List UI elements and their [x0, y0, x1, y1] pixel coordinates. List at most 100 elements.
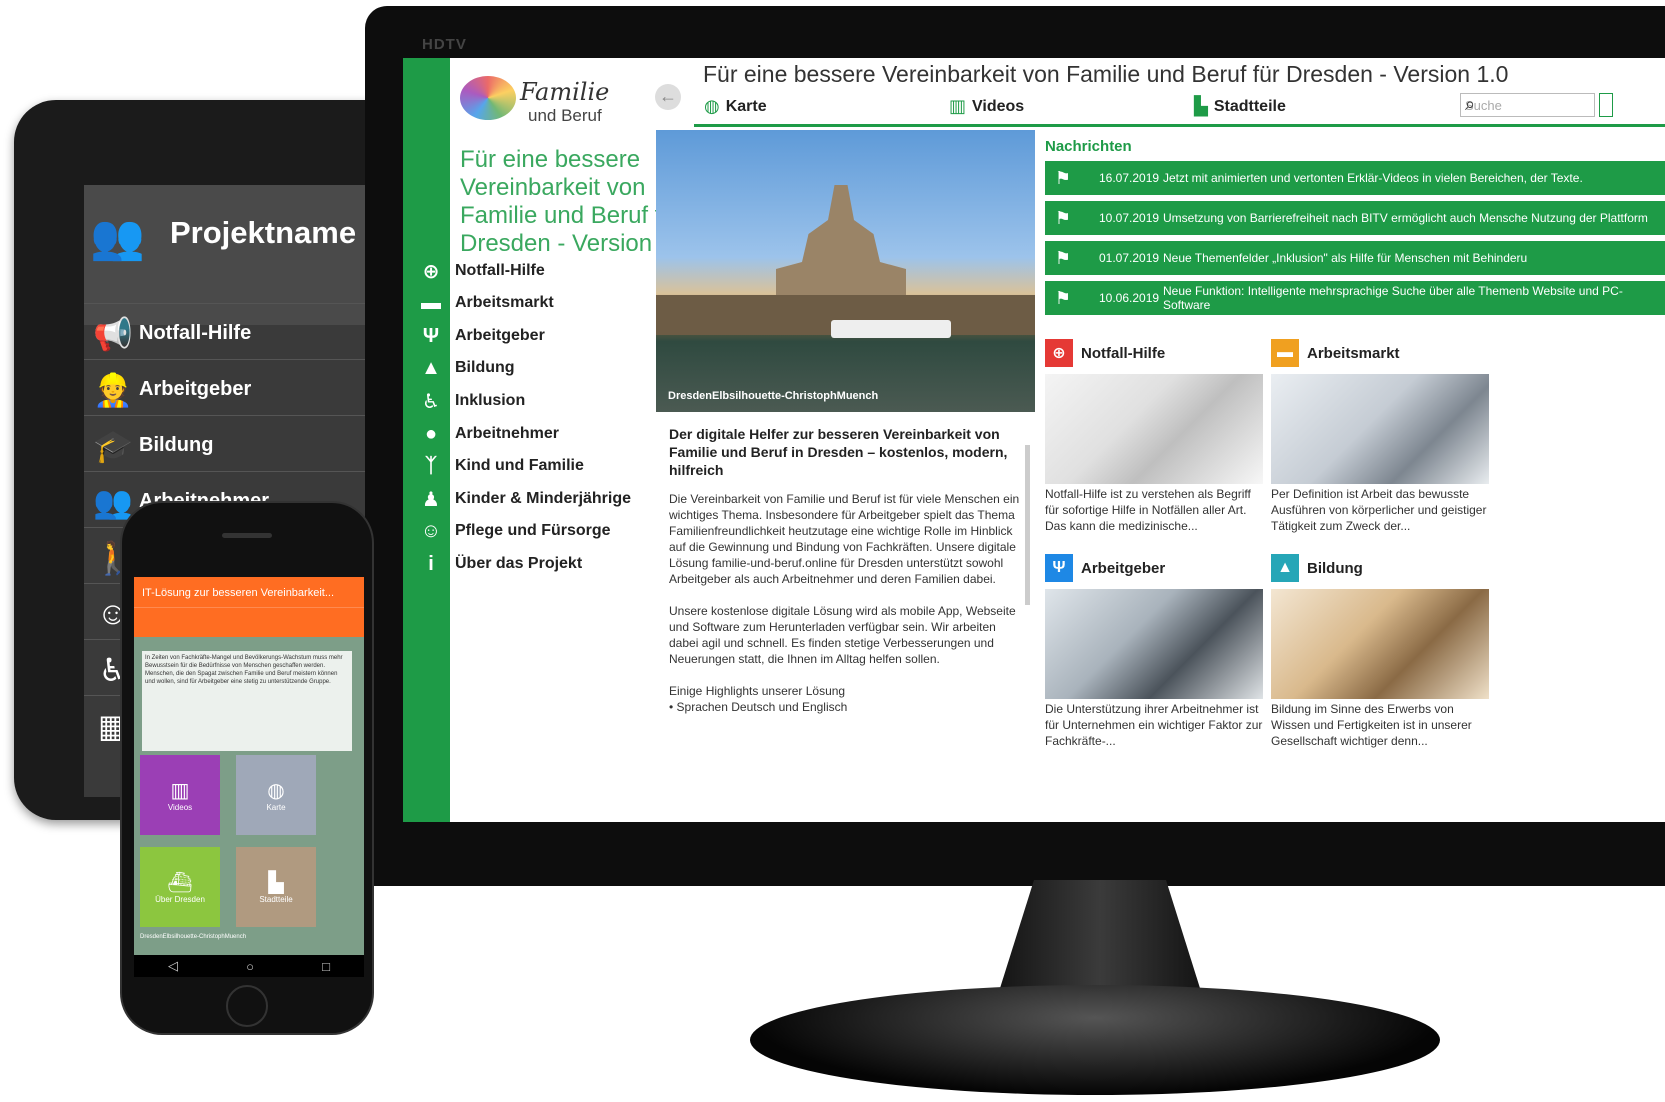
sidebar-item-kind-familie[interactable]: ᛉ Kind und Familie: [425, 451, 584, 481]
news-text: Neue Funktion: Intelligente mehrsprachig…: [1163, 284, 1623, 312]
news-item[interactable]: ⚑ 16.07.2019 Jetzt mit animierten und ve…: [1045, 161, 1665, 195]
sidebar-item-label: Kinder & Minderjährige: [455, 490, 632, 507]
sidebar-item-arbeitgeber[interactable]: Ψ Arbeitgeber: [423, 321, 545, 351]
tab-videos[interactable]: ▥ Videos: [949, 96, 1024, 117]
card-image[interactable]: [1271, 374, 1489, 484]
flag-icon: ⚑: [1054, 247, 1072, 268]
phone-tab-bar[interactable]: [134, 607, 364, 637]
phone-tile-videos[interactable]: ▥ Videos: [140, 755, 220, 835]
recents-icon[interactable]: □: [322, 959, 330, 974]
sidebar-item-label: Kind und Familie: [455, 457, 584, 474]
back-button[interactable]: ←: [655, 84, 681, 110]
card-title: Bildung: [1307, 559, 1363, 577]
article-scrollbar[interactable]: [1025, 445, 1030, 605]
news-item[interactable]: ⚑ 10.07.2019 Umsetzung von Barrierefreih…: [1045, 201, 1665, 235]
news-text: Jetzt mit animierten und vertonten Erklä…: [1163, 171, 1583, 185]
sidebar-item-label: Über das Projekt: [455, 555, 583, 572]
tile-label: Videos: [167, 803, 193, 812]
wheelchair-icon: ♿: [422, 390, 440, 413]
card-text: Die Unterstützung ihrer Arbeitnehmer ist…: [1045, 702, 1263, 748]
tile-label: Über Dresden: [155, 895, 205, 904]
monitor-stand-base: [750, 985, 1440, 1095]
person-icon: ●: [424, 422, 438, 445]
tab-label: Karte: [725, 97, 767, 115]
card-arbeitgeber[interactable]: Ψ Arbeitgeber: [1045, 554, 1165, 582]
sidebar-item-label: Bildung: [455, 359, 515, 376]
flag-icon: ⚑: [1054, 207, 1072, 228]
phone-home-button[interactable]: [226, 985, 268, 1027]
family-icon: ᛉ: [425, 454, 437, 477]
sidebar-item-arbeitsmarkt[interactable]: ▬ Arbeitsmarkt: [421, 288, 554, 318]
card-title: Arbeitgeber: [1081, 559, 1166, 577]
search-input[interactable]: Suche ⌕: [1460, 93, 1595, 117]
flag-icon: ⚑: [1054, 167, 1072, 188]
flag-button[interactable]: [1599, 93, 1613, 117]
news-item[interactable]: ⚑ 10.06.2019 Neue Funktion: Intelligente…: [1045, 281, 1665, 315]
phone-speaker: [222, 533, 272, 538]
tie-icon: Ψ: [1045, 554, 1073, 582]
card-image[interactable]: [1045, 374, 1263, 484]
news-date: 01.07.2019: [1099, 251, 1160, 265]
first-aid-icon: ⊕: [422, 260, 440, 283]
news-date: 16.07.2019: [1099, 171, 1160, 185]
article-heading: Der digitale Helfer zur besseren Vereinb…: [669, 426, 1008, 478]
card-text: Per Definition ist Arbeit das bewusste A…: [1271, 487, 1487, 533]
sidebar-item-inklusion[interactable]: ♿ Inklusion: [422, 386, 526, 416]
news-heading: Nachrichten: [1045, 138, 1132, 155]
sidebar-item-pflege[interactable]: ☺ Pflege und Fürsorge: [421, 516, 611, 546]
family-logo-icon: [460, 76, 516, 120]
info-icon: i: [428, 552, 434, 575]
home-icon[interactable]: ○: [246, 959, 254, 974]
card-text: Bildung im Sinne des Erwerbs von Wissen …: [1271, 702, 1472, 748]
hero-caption: DresdenElbsilhouette-ChristophMuench: [668, 390, 879, 402]
news-item[interactable]: ⚑ 01.07.2019 Neue Themenfelder „Inklusio…: [1045, 241, 1665, 275]
card-text: Notfall-Hilfe ist zu verstehen als Begri…: [1045, 487, 1251, 533]
sidebar-item-notfall-hilfe[interactable]: ⊕ Notfall-Hilfe: [423, 256, 545, 286]
hero-image: DresdenElbsilhouette-ChristophMuench: [656, 130, 1035, 412]
boat-icon: ⛴: [167, 872, 193, 894]
page-title: Für eine bessere Vereinbarkeit von Famil…: [703, 61, 1509, 87]
graduation-cap-icon: 🎓: [93, 427, 133, 464]
card-notfall-hilfe[interactable]: ⊕ Notfall-Hilfe: [1045, 339, 1165, 367]
sidebar-item-label: Inklusion: [455, 392, 526, 409]
sidebar-item-label: Arbeitsmarkt: [455, 294, 554, 311]
tile-label: Karte: [266, 803, 286, 812]
card-bildung[interactable]: ▲ Bildung: [1271, 554, 1363, 582]
phone-intro-text: In Zeiten von Fachkräfte-Mangel und Bevö…: [142, 651, 352, 751]
news-date: 10.07.2019: [1099, 211, 1160, 225]
tablet-item-label: Arbeitgeber: [139, 378, 252, 400]
news-text: Neue Themenfelder „Inklusion" als Hilfe …: [1163, 251, 1528, 265]
phone-title: IT-Lösung zur besseren Vereinbarkeit...: [142, 587, 334, 599]
phone-tile-karte[interactable]: ◍ Karte: [236, 755, 316, 835]
phone-tile-stadtteile[interactable]: ▙ Stadtteile: [236, 847, 316, 927]
card-title: Notfall-Hilfe: [1081, 344, 1166, 362]
search-icon[interactable]: ⌕: [1465, 94, 1590, 115]
tab-label: Stadtteile: [1213, 97, 1286, 115]
card-image[interactable]: [1271, 589, 1489, 699]
clapper-icon: ▥: [949, 96, 967, 116]
tab-stadtteile[interactable]: ▙ Stadtteile: [1194, 96, 1286, 117]
graduation-cap-icon: ▲: [1271, 554, 1299, 582]
megaphone-icon: 📢: [93, 315, 133, 352]
sidebar-item-ueber-projekt[interactable]: i Über das Projekt: [428, 549, 583, 579]
tab-karte[interactable]: ◍ Karte: [704, 96, 767, 117]
sidebar-item-label: Arbeitgeber: [455, 327, 545, 344]
phone-tile-ueber-dresden[interactable]: ⛴ Über Dresden: [140, 847, 220, 927]
card-arbeitsmarkt[interactable]: ▬ Arbeitsmarkt: [1271, 339, 1400, 367]
sidebar-item-kinder[interactable]: ♟ Kinder & Minderjährige: [422, 484, 632, 514]
back-icon[interactable]: ◁: [168, 958, 178, 974]
article: Der digitale Helfer zur besseren Vereinb…: [669, 425, 1024, 822]
app-logo: Familie und Beruf: [460, 70, 610, 130]
card-image[interactable]: [1045, 589, 1263, 699]
article-paragraph: Einige Highlights unserer Lösung: [669, 684, 846, 698]
sidebar-item-arbeitnehmer[interactable]: ● Arbeitnehmer: [425, 419, 559, 449]
graduation-cap-icon: ▲: [421, 356, 441, 379]
first-aid-icon: ⊕: [1045, 339, 1073, 367]
briefcase-icon: ▬: [421, 291, 441, 314]
news-text: Umsetzung von Barrierefreiheit nach BITV…: [1163, 211, 1648, 225]
flag-icon: ⚑: [1054, 287, 1072, 308]
article-paragraph: Unsere kostenlose digitale Lösung wird a…: [669, 604, 1016, 666]
sidebar-item-bildung[interactable]: ▲ Bildung: [421, 353, 515, 383]
clapper-icon: ▥: [170, 780, 190, 802]
globe-icon: ◍: [267, 780, 285, 802]
